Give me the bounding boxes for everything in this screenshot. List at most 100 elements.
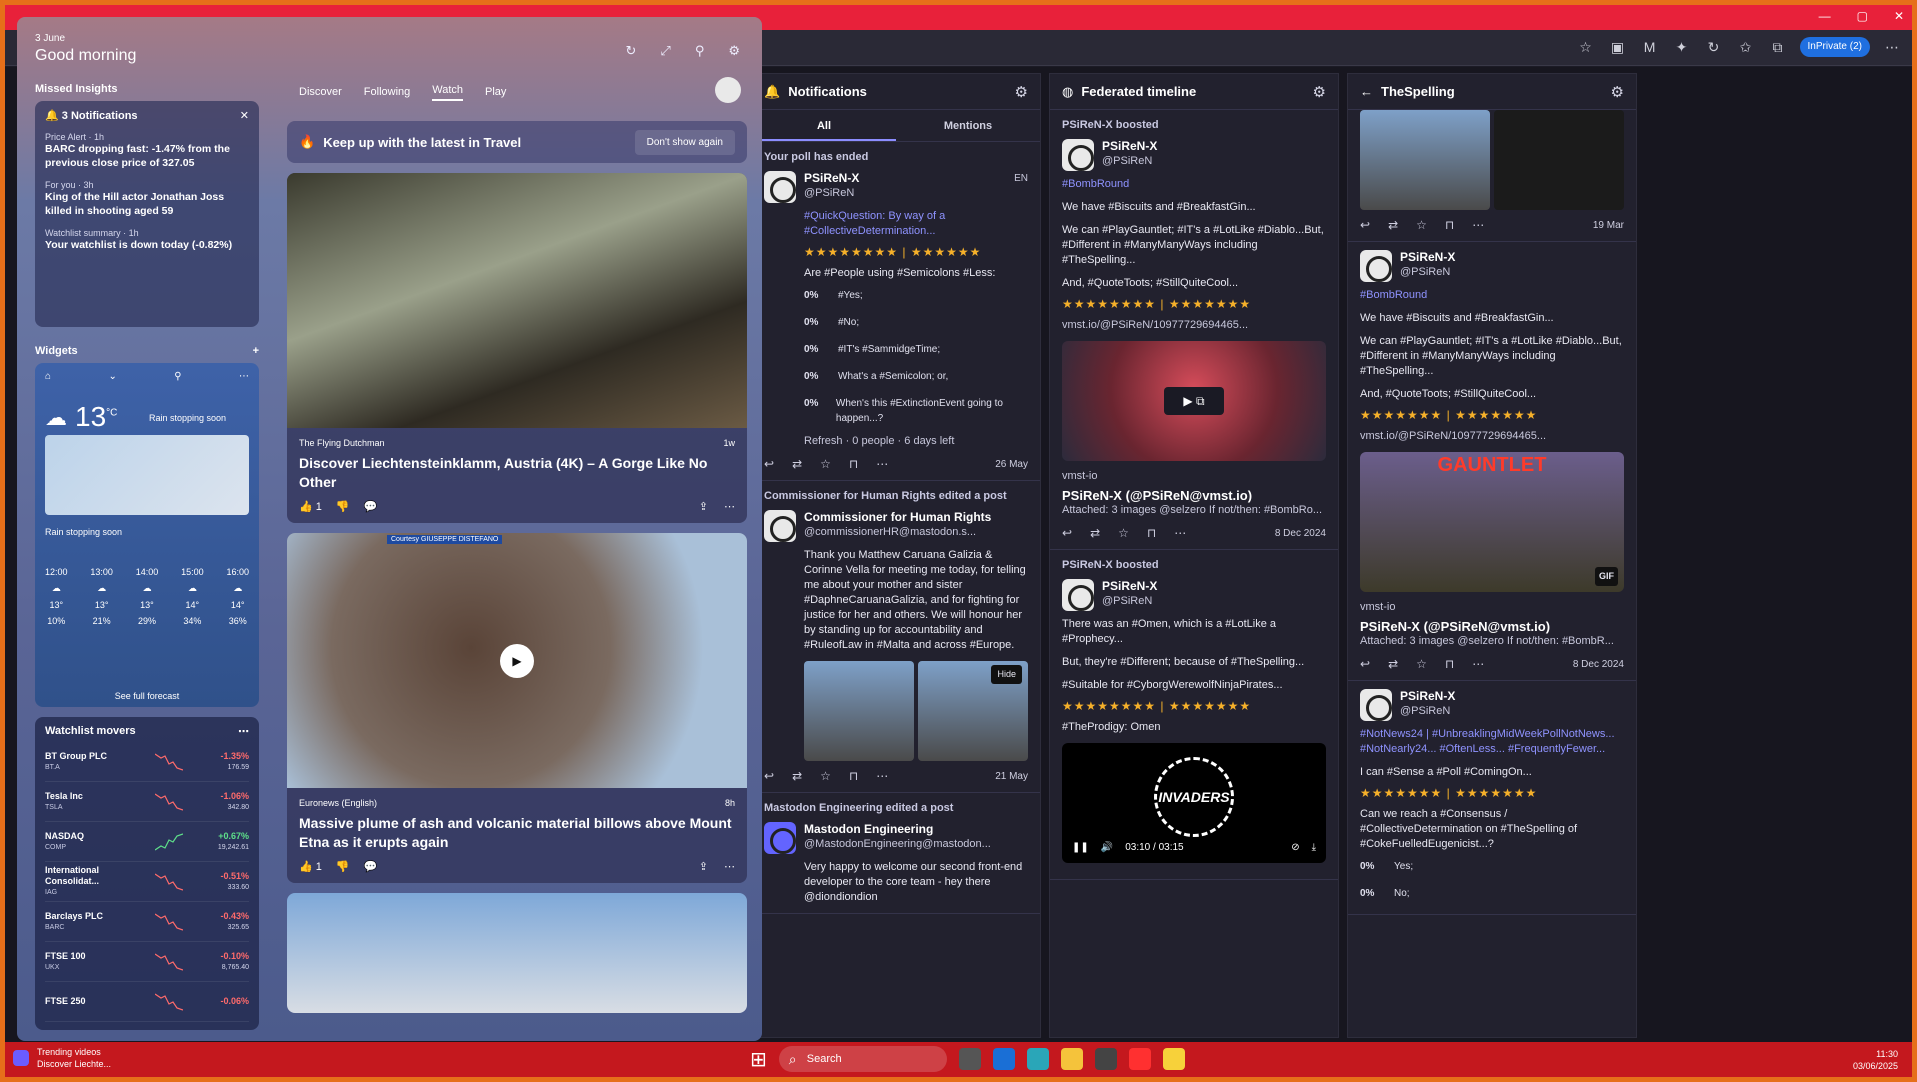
favorites-icon[interactable]: ✩ bbox=[1736, 37, 1756, 57]
comment-icon[interactable]: 💬 bbox=[364, 500, 378, 513]
avatar[interactable] bbox=[764, 171, 796, 203]
extension-m-icon[interactable]: M bbox=[1640, 37, 1660, 57]
watchlist-row[interactable]: Tesla Inc TSLA -1.06% 342.80 bbox=[45, 782, 249, 822]
post-date[interactable]: 21 May bbox=[995, 769, 1028, 784]
author-name[interactable]: PSiReN-X bbox=[804, 171, 859, 186]
reply-icon[interactable]: ↩ bbox=[1360, 657, 1370, 672]
avatar[interactable] bbox=[715, 77, 741, 103]
gear-icon[interactable]: ⚙ bbox=[1611, 83, 1624, 101]
comment-icon[interactable]: 💬 bbox=[364, 860, 378, 873]
map-status[interactable]: Rain stopping soon bbox=[45, 527, 122, 537]
refresh-icon[interactable]: ↻ bbox=[1704, 37, 1724, 57]
poll-notification[interactable]: Your poll has ended PSiReN-X @PSiReN EN #… bbox=[752, 142, 1040, 481]
author-handle[interactable]: @PSiReN bbox=[1102, 154, 1157, 169]
refresh-icon[interactable]: ↻ bbox=[626, 43, 637, 59]
chevron-down-icon[interactable]: ⌄ bbox=[108, 371, 116, 382]
status[interactable]: ↩ ⇄ ☆ ⊓ ⋯ 19 Mar bbox=[1348, 110, 1636, 242]
post-date[interactable]: 8 Dec 2024 bbox=[1275, 526, 1326, 541]
card-title[interactable]: PSiReN-X (@PSiReN@vmst.io) bbox=[1062, 488, 1326, 503]
system-clock[interactable]: 11:30 03/06/2025 bbox=[1853, 1048, 1898, 1072]
star-icon[interactable]: ☆ bbox=[820, 769, 831, 784]
author-handle[interactable]: @MastodonEngineering@mastodon... bbox=[804, 837, 991, 852]
weather-status[interactable]: Rain stopping soon bbox=[149, 413, 226, 423]
star-icon[interactable]: ☆ bbox=[1416, 218, 1427, 233]
avatar[interactable] bbox=[1062, 139, 1094, 171]
maximize-icon[interactable]: ▢ bbox=[1857, 9, 1868, 23]
pin-icon[interactable]: ⚲ bbox=[695, 43, 705, 59]
see-full-forecast-link[interactable]: See full forecast bbox=[35, 691, 259, 701]
avatar[interactable] bbox=[764, 510, 796, 542]
avatar[interactable] bbox=[764, 822, 796, 854]
watchlist-row[interactable]: FTSE 100 UKX -0.10% 8,765.40 bbox=[45, 942, 249, 982]
minimize-icon[interactable]: — bbox=[1819, 9, 1831, 23]
author-name[interactable]: PSiReN-X bbox=[1400, 689, 1455, 704]
news-card[interactable]: The Flying Dutchman 1w Discover Liechtens… bbox=[287, 173, 747, 523]
bookmark-icon[interactable]: ⊓ bbox=[1445, 218, 1454, 233]
boost-icon[interactable]: ⇄ bbox=[1388, 657, 1398, 672]
close-icon[interactable]: ✕ bbox=[1894, 9, 1904, 23]
more-icon[interactable]: ⋯ bbox=[1472, 218, 1484, 233]
author-name[interactable]: Mastodon Engineering bbox=[804, 822, 991, 837]
reply-icon[interactable]: ↩ bbox=[764, 769, 774, 784]
media-gallery[interactable]: Hide bbox=[764, 661, 1028, 761]
add-widget-icon[interactable]: + bbox=[253, 345, 259, 357]
expand-icon[interactable]: ⤢ bbox=[660, 43, 670, 59]
volume-icon[interactable]: 🔊 bbox=[1101, 840, 1113, 855]
download-icon[interactable]: ⤓ bbox=[1312, 840, 1316, 855]
more-icon[interactable]: ⋯ bbox=[1472, 657, 1484, 672]
collections-icon[interactable]: ⧉ bbox=[1768, 37, 1788, 57]
media-thumb[interactable] bbox=[804, 661, 914, 761]
author-handle[interactable]: @PSiReN bbox=[804, 186, 859, 201]
avatar[interactable] bbox=[1360, 250, 1392, 282]
tab-mentions[interactable]: Mentions bbox=[896, 110, 1040, 141]
link-card-media[interactable]: ▶ ⧉ bbox=[1062, 341, 1326, 461]
more-icon[interactable]: ⋯ bbox=[876, 769, 888, 784]
author-name[interactable]: PSiReN-X bbox=[1102, 139, 1157, 154]
share-icon[interactable]: ⇪ bbox=[699, 860, 708, 873]
status[interactable]: PSiReN-X @PSiReN #NotNews24 | #Unbreaklin… bbox=[1348, 681, 1636, 915]
status[interactable]: PSiReN-X boosted PSiReN-X @PSiReN #BombRo… bbox=[1050, 110, 1338, 550]
news-source[interactable]: The Flying Dutchman bbox=[299, 438, 385, 448]
tab-discover[interactable]: Discover bbox=[299, 86, 342, 98]
author-handle[interactable]: @commissionerHR@mastodon.s... bbox=[804, 525, 991, 540]
tab-watch[interactable]: Watch bbox=[432, 84, 464, 101]
reply-icon[interactable]: ↩ bbox=[1062, 526, 1072, 541]
extension-puzzle-icon[interactable]: ✦ bbox=[1672, 37, 1692, 57]
author-name[interactable]: PSiReN-X bbox=[1102, 579, 1157, 594]
author-handle[interactable]: @PSiReN bbox=[1400, 265, 1455, 280]
dislike-icon[interactable]: 👎 bbox=[336, 860, 350, 873]
play-button[interactable]: ▶ ⧉ bbox=[1164, 387, 1224, 415]
gear-icon[interactable]: ⚙ bbox=[1313, 83, 1326, 101]
reply-icon[interactable]: ↩ bbox=[764, 457, 774, 472]
watchlist-row[interactable]: BT Group PLC BT.A -1.35% 176.59 bbox=[45, 742, 249, 782]
media-thumb[interactable] bbox=[1494, 110, 1624, 210]
author-handle[interactable]: @PSiReN bbox=[1400, 704, 1455, 719]
link-card-media[interactable]: GAUNTLET GIF bbox=[1360, 452, 1624, 592]
news-image[interactable] bbox=[287, 173, 747, 428]
status[interactable]: PSiReN-X boosted PSiReN-X @PSiReN There w… bbox=[1050, 550, 1338, 880]
hide-button[interactable]: Hide bbox=[991, 665, 1022, 684]
more-icon[interactable]: ⋯ bbox=[876, 457, 888, 472]
extension-icon[interactable]: ▣ bbox=[1608, 37, 1628, 57]
boost-icon[interactable]: ⇄ bbox=[1388, 218, 1398, 233]
inprivate-badge[interactable]: InPrivate (2) bbox=[1799, 37, 1870, 57]
dislike-icon[interactable]: 👎 bbox=[336, 500, 350, 513]
more-icon[interactable]: ⋯ bbox=[724, 500, 735, 513]
hide-media-icon[interactable]: ⊘ bbox=[1291, 840, 1299, 855]
pause-icon[interactable]: ❚❚ bbox=[1072, 840, 1089, 855]
news-card[interactable] bbox=[287, 893, 747, 1013]
tab-following[interactable]: Following bbox=[364, 86, 410, 98]
avatar[interactable] bbox=[1360, 689, 1392, 721]
tab-play[interactable]: Play bbox=[485, 86, 506, 98]
weather-widget[interactable]: ⌂ ⌄ ⚲ ⋯ ☁ 13°C Rain stopping soon Rain stop… bbox=[35, 363, 259, 707]
notification-item[interactable]: Price Alert · 1h BARC dropping fast: -1.4… bbox=[45, 132, 249, 170]
author-handle[interactable]: @PSiReN bbox=[1102, 594, 1157, 609]
notification-item[interactable]: For you · 3h King of the Hill actor Jonat… bbox=[45, 180, 249, 218]
bookmark-icon[interactable]: ⊓ bbox=[849, 769, 858, 784]
edge-icon[interactable] bbox=[1026, 1048, 1049, 1070]
edit-notification[interactable]: Commissioner for Human Rights edited a p… bbox=[752, 481, 1040, 793]
news-title[interactable]: Discover Liechtensteinklamm, Austria (4K… bbox=[287, 448, 747, 492]
pin-icon[interactable]: ⚲ bbox=[174, 371, 181, 382]
like-button[interactable]: 👍 1 bbox=[299, 500, 322, 513]
star-icon[interactable]: ☆ bbox=[1416, 657, 1427, 672]
